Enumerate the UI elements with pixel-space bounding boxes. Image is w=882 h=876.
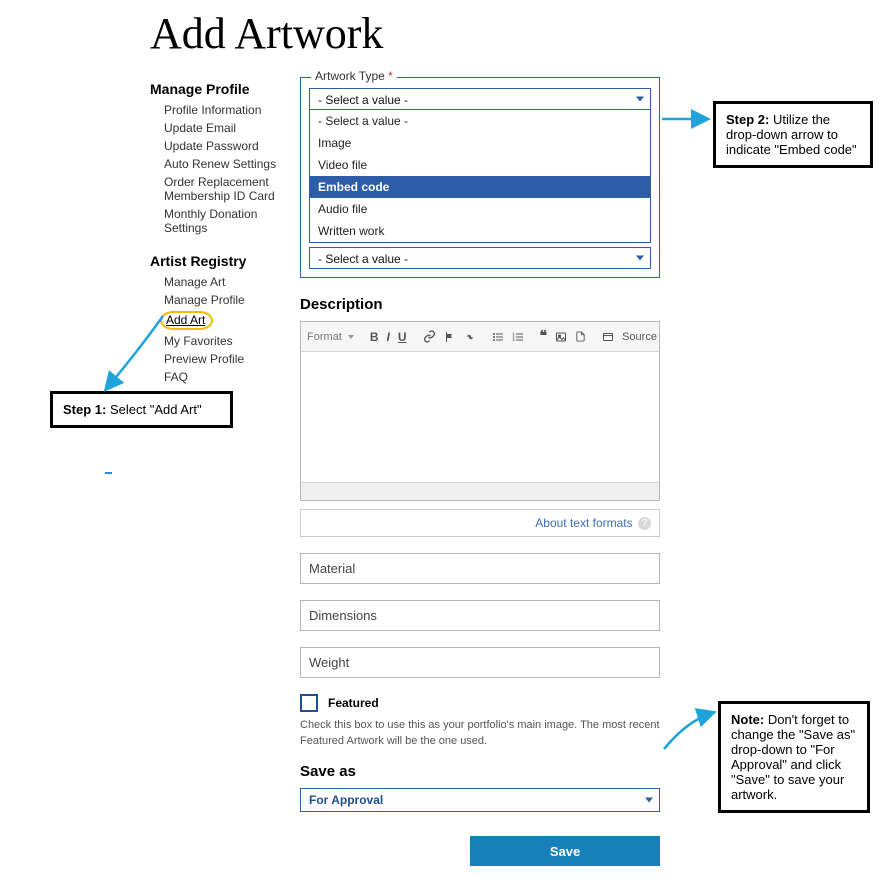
quote-icon[interactable]: ❝ <box>540 330 548 344</box>
sidebar-item-order-replacement[interactable]: Order Replacement Membership ID Card <box>164 175 300 203</box>
sidebar-item-update-password[interactable]: Update Password <box>164 139 300 153</box>
material-field[interactable]: Material <box>300 553 660 584</box>
source-icon[interactable] <box>602 330 614 344</box>
weight-field[interactable]: Weight <box>300 647 660 678</box>
callout-note-bold: Note: <box>731 712 764 727</box>
bold-icon[interactable]: B <box>370 330 379 344</box>
flag-icon[interactable] <box>444 330 456 344</box>
callout-step1-bold: Step 1: <box>63 402 106 417</box>
artwork-type-value: - Select a value - <box>318 93 408 107</box>
chevron-down-icon <box>636 97 644 102</box>
rte-footer <box>301 482 659 500</box>
dimensions-field[interactable]: Dimensions <box>300 600 660 631</box>
featured-label: Featured <box>328 696 379 710</box>
callout-step1: Step 1: Select "Add Art" <box>50 391 233 428</box>
sidebar-item-preview-profile[interactable]: Preview Profile <box>164 352 300 366</box>
sidebar-item-auto-renew[interactable]: Auto Renew Settings <box>164 157 300 171</box>
save-button[interactable]: Save <box>470 836 660 866</box>
description-heading: Description <box>300 296 660 313</box>
artwork-type-option[interactable]: - Select a value - <box>310 110 650 132</box>
unlink-icon[interactable] <box>464 330 476 344</box>
chevron-down-icon <box>348 335 354 339</box>
sidebar-item-add-art-wrap: Add Art <box>160 311 300 330</box>
featured-help-text: Check this box to use this as your portf… <box>300 718 660 749</box>
artwork-type-fieldset: Artwork Type * - Select a value - - Sele… <box>300 77 660 278</box>
save-as-select-wrap: For Approval <box>300 788 660 812</box>
artwork-type-option-highlighted[interactable]: Embed code <box>310 176 650 198</box>
image-icon[interactable] <box>555 330 567 344</box>
sidebar-heading-manage-profile: Manage Profile <box>150 81 300 97</box>
callout-step2: Step 2: Utilize the drop-down arrow to i… <box>713 101 873 168</box>
sidebar: Manage Profile Profile Information Updat… <box>150 77 300 388</box>
save-as-select[interactable]: For Approval <box>300 788 660 812</box>
about-text-formats-link[interactable]: About text formats <box>535 516 632 530</box>
save-as-value: For Approval <box>309 793 383 807</box>
featured-row: Featured <box>300 694 660 712</box>
callout-step2-bold: Step 2: <box>726 112 769 127</box>
sidebar-item-monthly-donation[interactable]: Monthly Donation Settings <box>164 207 300 235</box>
file-icon[interactable] <box>575 330 586 344</box>
rte-format-label: Format <box>307 331 342 343</box>
sidebar-item-faq[interactable]: FAQ <box>164 370 300 384</box>
sidebar-item-update-email[interactable]: Update Email <box>164 121 300 135</box>
chevron-down-icon <box>636 256 644 261</box>
featured-checkbox[interactable] <box>300 694 318 712</box>
sidebar-heading-artist-registry: Artist Registry <box>150 253 300 269</box>
numbered-list-icon[interactable]: 123 <box>512 330 524 344</box>
link-icon[interactable] <box>423 330 436 344</box>
rte-toolbar: Format B I U <box>301 322 659 352</box>
artwork-type-select[interactable]: - Select a value - <box>309 88 651 110</box>
sidebar-item-my-favorites[interactable]: My Favorites <box>164 334 300 348</box>
artwork-type-dropdown-list: - Select a value - Image Video file Embe… <box>309 110 651 243</box>
artwork-type-option[interactable]: Written work <box>310 220 650 242</box>
main-form: Artwork Type * - Select a value - - Sele… <box>300 77 660 876</box>
bullet-list-icon[interactable] <box>492 330 504 344</box>
artwork-type-label-text: Artwork Type <box>315 69 385 83</box>
sidebar-item-profile-information[interactable]: Profile Information <box>164 103 300 117</box>
underline-icon[interactable]: U <box>398 330 407 344</box>
sidebar-item-manage-profile[interactable]: Manage Profile <box>164 293 300 307</box>
rich-text-editor: Format B I U <box>300 321 660 501</box>
svg-text:3: 3 <box>512 338 514 342</box>
chevron-down-icon <box>645 798 653 803</box>
required-asterisk: * <box>388 69 393 83</box>
about-text-formats-row: About text formats ? <box>300 509 660 537</box>
rte-format-dropdown[interactable]: Format <box>307 331 354 343</box>
page-title: Add Artwork <box>150 8 882 59</box>
save-as-heading: Save as <box>300 763 660 780</box>
callout-step1-text: Select "Add Art" <box>106 402 201 417</box>
sidebar-item-manage-art[interactable]: Manage Art <box>164 275 300 289</box>
italic-icon[interactable]: I <box>387 330 390 344</box>
help-icon[interactable]: ? <box>638 517 651 530</box>
artwork-type-option[interactable]: Audio file <box>310 198 650 220</box>
callout-note: Note: Don't forget to change the "Save a… <box>718 701 870 813</box>
rte-body[interactable] <box>301 352 659 482</box>
artwork-type-option[interactable]: Image <box>310 132 650 154</box>
artwork-type-second-value: - Select a value - <box>318 252 408 266</box>
artwork-type-second-select[interactable]: - Select a value - <box>309 247 651 269</box>
artwork-type-option[interactable]: Video file <box>310 154 650 176</box>
sidebar-item-add-art[interactable]: Add Art <box>160 311 213 330</box>
source-label[interactable]: Source <box>622 331 657 343</box>
decorative-mark <box>105 472 112 474</box>
artwork-type-label: Artwork Type * <box>311 69 397 83</box>
